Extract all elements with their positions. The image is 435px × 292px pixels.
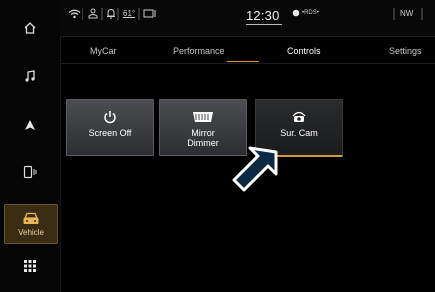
home-icon <box>24 22 36 34</box>
mirror-icon <box>193 112 213 122</box>
screen-off-label: Screen Off <box>88 128 132 138</box>
mirror-dimmer-label-line1: Mirror <box>191 128 215 138</box>
media-button[interactable] <box>0 66 60 86</box>
tab-performance[interactable]: Performance <box>173 46 225 56</box>
clock-underline <box>246 24 282 25</box>
sirius-status: •RDS• <box>302 10 319 16</box>
wifi-icon <box>68 9 81 19</box>
divider-line <box>393 8 395 20</box>
tab-bar: MyCar Performance Controls Settings <box>60 46 435 68</box>
surround-camera-icon <box>292 111 306 122</box>
apps-button[interactable] <box>0 256 60 276</box>
clock: 12:30 <box>246 8 280 23</box>
mirror-dimmer-label-line2: Dimmer <box>187 138 219 148</box>
car-icon <box>23 212 39 224</box>
compass-heading: NW <box>400 9 414 18</box>
tab-controls[interactable]: Controls <box>287 46 321 56</box>
screen-off-button[interactable]: Screen Off <box>66 99 154 156</box>
power-icon <box>104 111 116 124</box>
divider-line-2 <box>421 8 423 20</box>
tab-divider <box>60 63 435 64</box>
pointer-arrow-icon <box>232 146 278 192</box>
vehicle-label: Vehicle <box>18 228 44 237</box>
status-bar: 61° 12:30 •RDS• NW <box>60 0 435 37</box>
tab-settings[interactable]: Settings <box>389 46 422 56</box>
sur-cam-label: Sur. Cam <box>280 128 318 138</box>
home-button[interactable] <box>0 18 60 38</box>
nav-button[interactable] <box>0 115 60 135</box>
vehicle-button[interactable]: Vehicle <box>4 204 58 244</box>
tab-mycar[interactable]: MyCar <box>90 46 117 56</box>
navigation-arrow-icon <box>25 120 35 130</box>
sirius-logo-icon <box>292 9 300 17</box>
phone-icon <box>23 165 37 179</box>
apps-grid-icon <box>24 260 36 272</box>
separator-lines <box>82 8 140 20</box>
active-tab-indicator <box>227 61 259 62</box>
sidebar: Vehicle <box>0 0 61 292</box>
music-note-icon <box>25 70 35 82</box>
phone-button[interactable] <box>0 162 60 182</box>
